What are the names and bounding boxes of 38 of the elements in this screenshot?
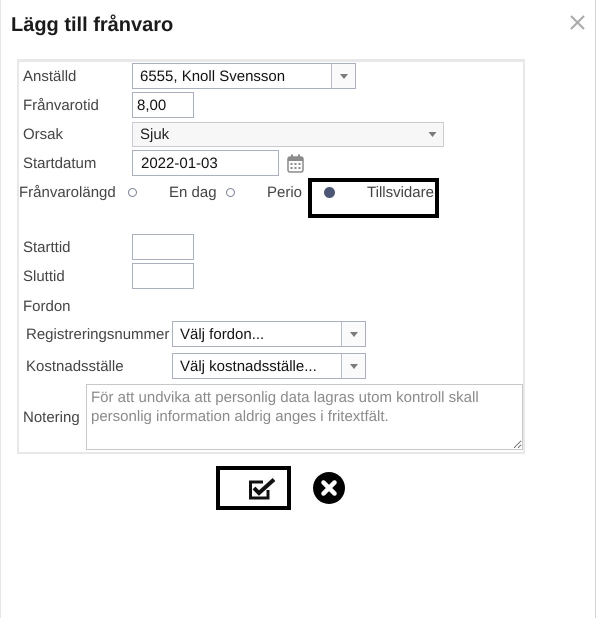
radio-button[interactable] [128,188,137,196]
dropdown-button[interactable] [331,64,355,88]
dropdown-button[interactable] [341,322,365,346]
radio-label[interactable]: En dag [169,184,217,200]
field-label: Kostnadsställe [25,358,125,374]
caret-icon [428,132,437,136]
field-label: Sluttid [22,268,66,284]
text-field[interactable]: 8,00 [132,92,194,118]
field-label: Anställd [22,68,78,84]
section-heading: Fordon [22,298,72,314]
text-field[interactable] [132,234,194,260]
radio-label[interactable]: Tillsvidare [367,184,434,200]
dropdown[interactable]: Sjuk [132,122,444,146]
notes-field[interactable]: För att undvika att personlig data lagras utom kontroll skall personlig information aldrig anges i fritextfält. [86,384,523,450]
combobox[interactable]: Välj fordon... [172,321,366,347]
dialog-title: Lägg till frånvaro [11,13,174,37]
checkbox-check-icon [248,476,276,500]
field-label: Orsak [22,126,64,142]
calendar-icon[interactable] [287,154,304,172]
caret-icon [340,74,348,78]
radio-label[interactable]: Perio [267,184,302,200]
combobox[interactable]: Välj kostnadsställe... [172,353,366,379]
field-label: Frånvarolängd [19,184,117,200]
text-field[interactable] [132,263,194,289]
field-label: Startdatum [22,154,98,172]
field-label: Notering [22,408,81,426]
radio-button[interactable] [324,186,335,198]
combobox[interactable]: 6555, Knoll Svensson [132,63,356,89]
radio-button[interactable] [226,188,235,196]
close-icon[interactable] [570,15,585,30]
caret-icon [350,332,358,336]
field-label: Frånvarotid [22,96,100,114]
field-label: Registreringsnummer [25,326,170,342]
date-field[interactable]: 2022-01-03 [132,150,279,176]
dropdown-button[interactable] [341,354,365,378]
caret-icon [350,364,358,368]
cancel-icon[interactable] [313,472,345,504]
field-label: Starttid [22,238,72,256]
